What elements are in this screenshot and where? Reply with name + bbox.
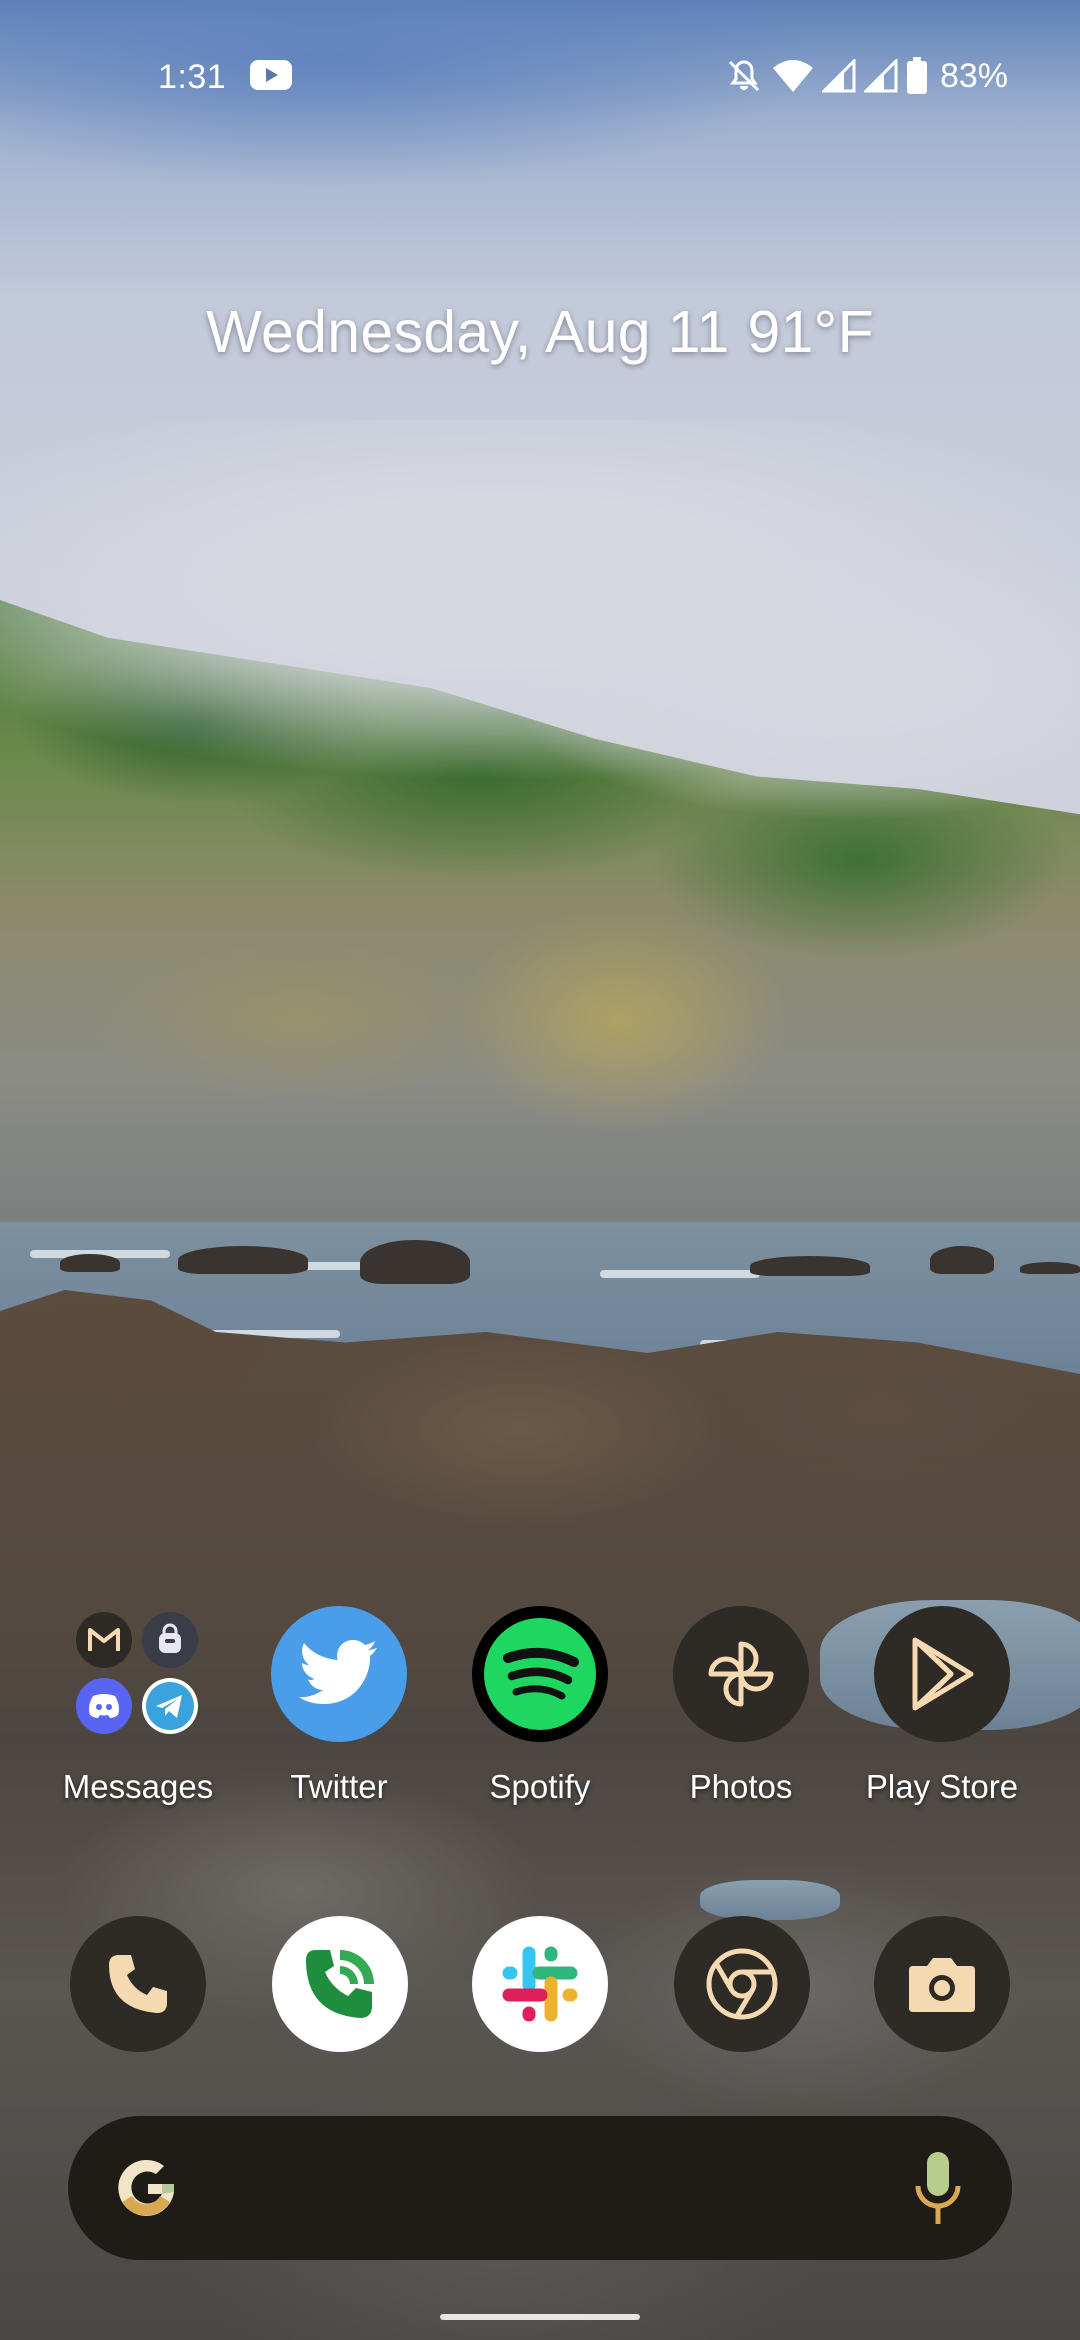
cell-signal-icon	[821, 59, 856, 93]
discord-icon	[76, 1678, 132, 1734]
battery-percentage: 83%	[939, 56, 1008, 95]
clock: 1:31	[158, 58, 227, 96]
play-store-icon	[874, 1606, 1010, 1742]
gesture-nav-handle[interactable]	[440, 2314, 640, 2320]
google-g-icon[interactable]	[112, 2154, 180, 2222]
app-label: Messages	[62, 1768, 214, 1805]
chrome-icon	[674, 1916, 810, 2052]
app-messages-folder[interactable]: Messages	[38, 1606, 238, 1806]
dnd-bell-off-icon	[724, 56, 764, 96]
telegram-icon	[142, 1678, 198, 1734]
status-bar: 1:31 83%	[0, 40, 1080, 110]
dock-slack[interactable]	[472, 1916, 608, 2052]
mic-icon[interactable]	[910, 2150, 966, 2228]
app-play-store[interactable]: Play Store	[842, 1606, 1042, 1806]
app-label: Photos	[689, 1768, 793, 1805]
dock-chrome[interactable]	[674, 1916, 810, 2052]
app-label: Twitter	[290, 1768, 388, 1805]
pinwheel-icon	[673, 1606, 809, 1742]
google-search-bar[interactable]	[68, 2116, 1012, 2260]
signal-like-icon	[142, 1612, 198, 1668]
weather-temperature[interactable]: 91°F	[747, 299, 873, 365]
spotify-icon	[472, 1606, 608, 1742]
cell-signal-icon	[863, 59, 898, 93]
app-photos[interactable]: Photos	[641, 1606, 841, 1806]
battery-icon	[906, 57, 928, 95]
date-text[interactable]: Wednesday, Aug 11	[206, 299, 729, 365]
folder-icon	[70, 1606, 206, 1742]
app-twitter[interactable]: Twitter	[239, 1606, 439, 1806]
youtube-icon	[250, 60, 292, 90]
camera-icon	[874, 1916, 1010, 2052]
wifi-icon	[772, 58, 814, 94]
app-label: Play Store	[865, 1768, 1019, 1805]
google-voice-icon	[272, 1916, 408, 2052]
phone-icon	[70, 1916, 206, 2052]
at-a-glance-widget[interactable]: Wednesday, Aug 11 91°F	[0, 298, 1080, 366]
app-label: Spotify	[489, 1768, 591, 1805]
slack-icon	[472, 1916, 608, 2052]
dock-phone[interactable]	[70, 1916, 206, 2052]
dock-camera[interactable]	[874, 1916, 1010, 2052]
dock-google-voice[interactable]	[272, 1916, 408, 2052]
app-spotify[interactable]: Spotify	[440, 1606, 640, 1806]
twitter-icon	[271, 1606, 407, 1742]
gmail-icon	[76, 1612, 132, 1668]
system-status-icons: 83%	[724, 54, 1008, 98]
